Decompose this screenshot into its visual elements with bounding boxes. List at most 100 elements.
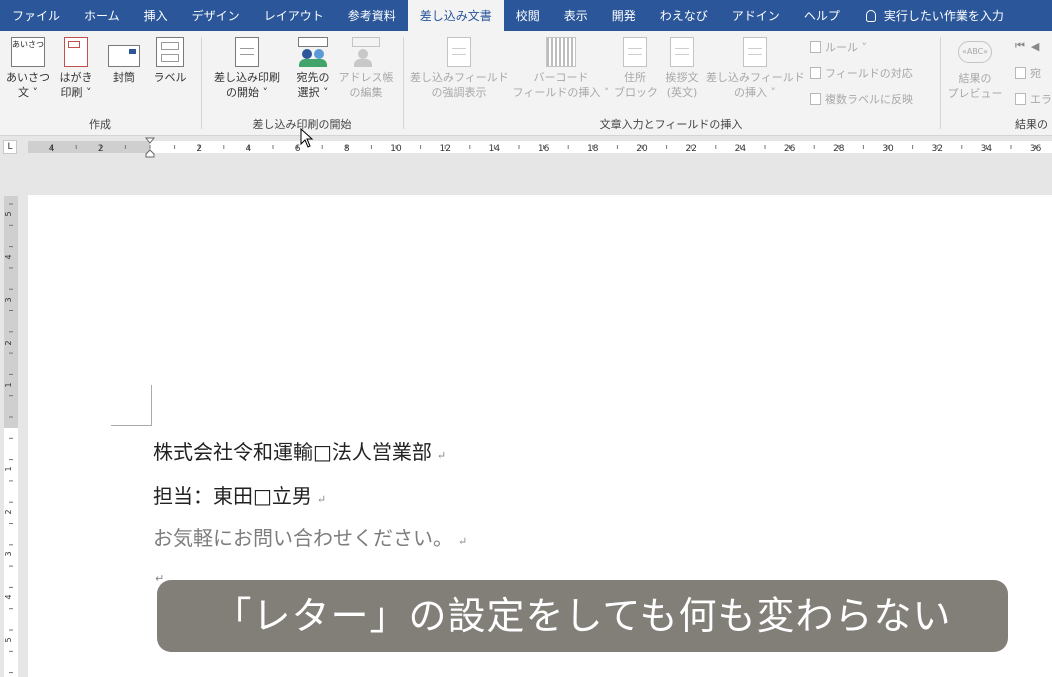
tab-design[interactable]: デザイン xyxy=(180,0,252,31)
label-button[interactable]: ラベル xyxy=(150,37,190,85)
tell-me-text: 実行したい作業を入力 xyxy=(883,9,1004,23)
greeting-text-button[interactable]: あいさつ あいさつ 文 ˅ xyxy=(4,37,52,100)
highlight-fields-button[interactable]: 差し込みフィールド の強調表示 xyxy=(410,37,509,100)
vertical-ruler-label: 1 xyxy=(4,382,13,387)
update-labels-icon xyxy=(810,93,821,105)
ruler-label: 14 xyxy=(489,144,501,154)
document-line-company[interactable]: 株式会社令和運輸□法人営業部 ↵ xyxy=(153,436,446,465)
ruler-label: 18 xyxy=(587,144,599,154)
edit-address-book-button[interactable]: アドレス帳 の編集 xyxy=(338,37,394,100)
select-recipients-icon xyxy=(296,37,330,67)
find-recipient-icon xyxy=(1015,67,1026,79)
preview-results-icon: «ABC» xyxy=(958,41,992,63)
address-block-button[interactable]: 住所 ブロック xyxy=(614,37,658,100)
ribbon-tab-bar: ファイル ホーム 挿入 デザイン レイアウト 参考資料 差し込み文書 校閲 表示… xyxy=(0,0,1052,31)
tab-review[interactable]: 校閲 xyxy=(504,0,552,31)
vertical-ruler-label: 5 xyxy=(4,637,13,642)
greeting-line-button[interactable]: 挨拶文 (英文) xyxy=(660,37,704,100)
highlight-fields-icon xyxy=(447,37,471,67)
edit-address-book-icon xyxy=(350,37,382,67)
group-label-create: 作成 xyxy=(89,118,111,131)
margin-crop-mark xyxy=(151,385,152,425)
document-line-inquiry[interactable]: お気軽にお問い合わせください。 ↵ xyxy=(153,522,467,551)
ruler-label: 30 xyxy=(882,144,894,154)
tab-layout[interactable]: レイアウト xyxy=(252,0,336,31)
group-label-fields: 文章入力とフィールドの挿入 xyxy=(599,118,743,131)
tab-home[interactable]: ホーム xyxy=(72,0,132,31)
paragraph-mark: ↵ xyxy=(436,449,447,462)
vertical-ruler-label: 3 xyxy=(4,551,13,556)
group-label-preview: 結果の xyxy=(1015,118,1048,131)
postcard-print-button[interactable]: はがき 印刷 ˅ xyxy=(54,37,98,100)
ruler-label: 8 xyxy=(344,144,350,154)
ruler-ticks: 4 2 2 4 6 8 10 12 14 16 18 20 22 24 26 28 30 32 34 36 xyxy=(49,137,1042,158)
envelope-button[interactable]: 封筒 xyxy=(104,37,144,85)
rules-button[interactable]: ルール ˅ xyxy=(810,39,867,55)
check-errors-button[interactable]: エラ xyxy=(1015,91,1052,107)
first-record-icon: ⏮ xyxy=(1015,39,1025,52)
check-errors-icon xyxy=(1015,93,1026,105)
lightbulb-icon xyxy=(865,9,876,22)
barcode-field-button[interactable]: バーコード フィールドの挿入 ˅ xyxy=(512,37,610,100)
mouse-pointer-icon xyxy=(300,128,314,148)
ruler-label: 2 xyxy=(196,144,202,154)
ruler-label: 26 xyxy=(784,144,796,154)
ruler-label: 20 xyxy=(636,144,648,154)
group-start-mail-merge: 差し込み印刷 の開始 ˅ 宛先の 選択 ˅ アドレス帳 の編集 差し込み印刷の開… xyxy=(202,31,402,135)
barcode-icon xyxy=(546,37,576,67)
postcard-icon xyxy=(64,37,88,67)
vertical-ruler[interactable]: 5 4 3 2 1 1 2 3 4 5 xyxy=(4,196,18,677)
first-line-indent-marker[interactable] xyxy=(144,137,156,144)
group-preview-results: «ABC» 結果の プレビュー ⏮ ◀ 宛 エラ 結果の xyxy=(941,31,1052,135)
rules-icon xyxy=(810,41,821,53)
start-mail-merge-icon xyxy=(235,37,259,67)
vertical-ruler-label: 3 xyxy=(4,297,13,302)
vertical-ruler-label: 5 xyxy=(4,211,13,216)
ruler-label: 4 xyxy=(246,144,252,154)
document-line-contact[interactable]: 担当：東田□立男 ↵ xyxy=(153,480,326,509)
tell-me-box[interactable]: 実行したい作業を入力 xyxy=(852,0,1004,31)
tab-mailings[interactable]: 差し込み文書 xyxy=(407,0,504,31)
ruler-label: 34 xyxy=(981,144,993,154)
group-write-insert-fields: 差し込みフィールド の強調表示 バーコード フィールドの挿入 ˅ 住所 ブロック… xyxy=(404,31,938,135)
ribbon: あいさつ あいさつ 文 ˅ はがき 印刷 ˅ 封筒 ラベル 作成 差し込み印刷 … xyxy=(0,31,1052,136)
margin-crop-mark xyxy=(111,425,152,426)
first-record-button[interactable]: ⏮ ◀ xyxy=(1015,39,1039,53)
address-block-icon xyxy=(623,37,647,67)
ruler-label: 22 xyxy=(685,144,696,154)
ruler-label: 36 xyxy=(1030,144,1042,154)
tab-file[interactable]: ファイル xyxy=(0,0,72,31)
preview-results-button[interactable]: «ABC» 結果の プレビュー xyxy=(945,37,1005,101)
vertical-ruler-label: 4 xyxy=(4,594,13,599)
tab-help[interactable]: ヘルプ xyxy=(792,0,852,31)
previous-record-icon: ◀ xyxy=(1030,39,1040,53)
tab-view[interactable]: 表示 xyxy=(552,0,600,31)
tab-waenavi[interactable]: わえなび xyxy=(648,0,720,31)
update-labels-button[interactable]: 複数ラベルに反映 xyxy=(810,91,913,107)
match-fields-button[interactable]: フィールドの対応 xyxy=(810,65,913,81)
vertical-ruler-label: 2 xyxy=(4,509,13,514)
tab-references[interactable]: 参考資料 xyxy=(336,0,408,31)
horizontal-ruler[interactable]: L 4 2 2 4 6 8 10 12 14 16 18 20 22 24 26 28 30 32 34 36 xyxy=(0,136,1052,158)
greeting-text-icon: あいさつ xyxy=(11,37,45,67)
paragraph-mark: ↵ xyxy=(316,493,327,506)
select-recipients-button[interactable]: 宛先の 選択 ˅ xyxy=(290,37,336,100)
ruler-label: 24 xyxy=(735,144,747,154)
find-recipient-button[interactable]: 宛 xyxy=(1015,65,1041,81)
ruler-label: 32 xyxy=(931,144,942,154)
label-icon xyxy=(156,37,184,67)
start-mail-merge-button[interactable]: 差し込み印刷 の開始 ˅ xyxy=(208,37,286,100)
tab-insert[interactable]: 挿入 xyxy=(132,0,180,31)
vertical-ruler-ticks: 5 4 3 2 1 1 2 3 4 5 xyxy=(4,203,13,674)
greeting-line-icon xyxy=(670,37,694,67)
paragraph-mark: ↵ xyxy=(458,535,468,548)
hanging-indent-marker[interactable] xyxy=(145,149,155,158)
tab-addins[interactable]: アドイン xyxy=(720,0,792,31)
insert-merge-field-button[interactable]: 差し込みフィールド の挿入 ˅ xyxy=(706,37,805,100)
video-caption: 「レター」の設定をしても何も変わらない xyxy=(157,580,1008,652)
envelope-icon xyxy=(108,45,140,67)
ruler-label: 4 xyxy=(49,144,55,154)
tab-developer[interactable]: 開発 xyxy=(600,0,648,31)
insert-field-icon xyxy=(743,37,767,67)
ruler-label: 28 xyxy=(833,144,845,154)
